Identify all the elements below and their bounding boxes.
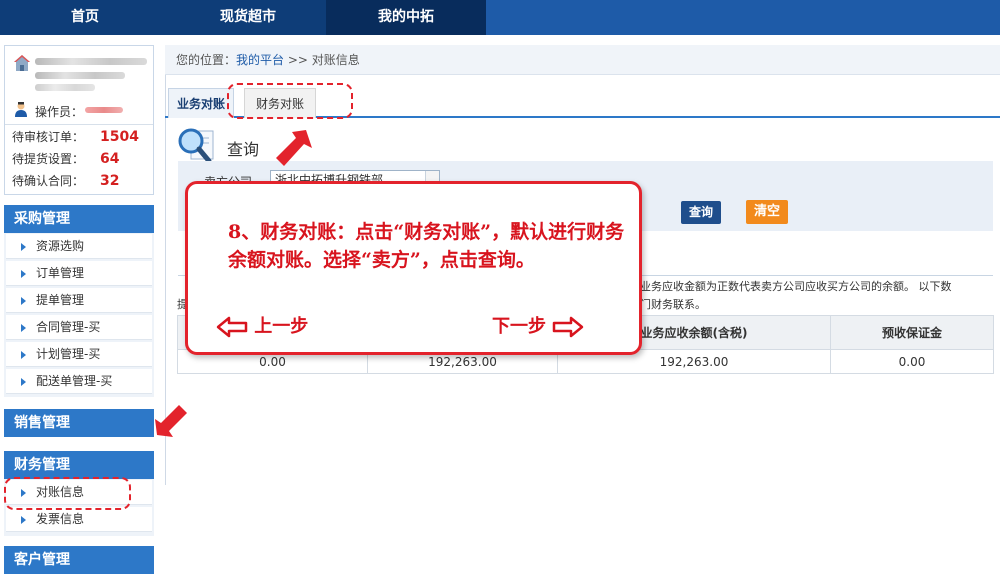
user-info-box: 操作员： 待审核订单： 1504 待提货设置： 64 待确认合同： 32: [4, 45, 154, 195]
masked-company-name-3: [35, 84, 95, 91]
breadcrumb-separator: >>: [284, 53, 312, 67]
menu-item-label: 提单管理: [36, 293, 85, 307]
prev-step-button[interactable]: 上一步: [216, 312, 308, 338]
triangle-right-icon: [21, 378, 26, 386]
query-title: 查询: [227, 140, 260, 159]
menu-item-bill-management[interactable]: 提单管理: [6, 288, 152, 313]
masked-company-name: [35, 58, 147, 65]
masked-operator-name: [85, 107, 123, 113]
stat-value: 32: [100, 173, 120, 189]
triangle-right-icon: [21, 270, 26, 278]
stat-label: 待提货设置：: [12, 152, 85, 166]
query-button[interactable]: 查询: [681, 201, 721, 224]
prev-step-label: 上一步: [254, 316, 309, 337]
stat-label: 待确认合同：: [12, 174, 85, 188]
menu-item-resource-select[interactable]: 资源选购: [6, 234, 152, 259]
menu-item-label: 合同管理-买: [36, 320, 101, 334]
tutorial-callout: 8、财务对账：点击“财务对账”，默认进行财务余额对账。选择“卖方”，点击查询。 …: [185, 181, 642, 355]
stat-value: 1504: [100, 129, 139, 145]
next-step-button[interactable]: 下一步: [492, 312, 584, 338]
menu-header-sales[interactable]: 销售管理: [4, 409, 154, 437]
red-arrow-icon: [155, 405, 187, 437]
page: 首页 现货超市 我的中拓 操作员： 待审核订单： 1504 待提货设置： 64: [0, 0, 1000, 580]
menu-item-plan-buy[interactable]: 计划管理-买: [6, 342, 152, 367]
nav-home[interactable]: 首页: [0, 0, 170, 35]
note-line-1: 业务应收金额为正数代表卖方公司应收买方公司的余额。 以下数: [640, 280, 952, 293]
table-header-cell: 预收保证金: [830, 315, 994, 350]
menu-item-delivery-buy[interactable]: 配送单管理-买: [6, 369, 152, 394]
tab-business-reconciliation[interactable]: 业务对账: [168, 88, 234, 118]
stat-pending-orders[interactable]: 待审核订单： 1504: [12, 127, 152, 147]
menu-item-label: 资源选购: [36, 239, 85, 253]
breadcrumb: 您的位置：我的平台 >> 对账信息: [165, 45, 1000, 75]
menu-item-contract-buy[interactable]: 合同管理-买: [6, 315, 152, 340]
menu-header-purchase[interactable]: 采购管理: [4, 205, 154, 233]
arrow-left-icon: [216, 316, 248, 338]
top-nav: 首页 现货超市 我的中拓: [0, 0, 1000, 35]
triangle-right-icon: [21, 516, 26, 524]
stat-label: 待审核订单：: [12, 130, 85, 144]
red-arrow-icon: [276, 130, 312, 166]
next-step-label: 下一步: [492, 316, 546, 337]
breadcrumb-link-platform[interactable]: 我的平台: [236, 53, 284, 67]
tab-highlight-box: [227, 83, 353, 119]
triangle-right-icon: [21, 324, 26, 332]
home-icon: [14, 55, 30, 71]
magnifier-icon: [178, 128, 214, 164]
masked-company-name-2: [35, 72, 125, 79]
menu-item-label: 配送单管理-买: [36, 374, 113, 388]
stat-pending-contracts[interactable]: 待确认合同： 32: [12, 171, 152, 191]
triangle-right-icon: [21, 351, 26, 359]
operator-label: 操作员：: [35, 105, 84, 119]
menu-header-customer[interactable]: 客户管理: [4, 546, 154, 574]
note-text: 业务应收金额为正数代表卖方公司应收买方公司的余额。 以下数 门财务联系。: [640, 278, 995, 314]
triangle-right-icon: [21, 297, 26, 305]
menu-item-order-management[interactable]: 订单管理: [6, 261, 152, 286]
divider: [5, 124, 153, 125]
menu-highlight-box: [4, 477, 131, 510]
menu-item-label: 发票信息: [36, 512, 85, 526]
user-icon: [15, 102, 27, 117]
clear-button[interactable]: 清空: [746, 200, 788, 224]
arrow-right-icon: [553, 316, 584, 338]
callout-text: 8、财务对账：点击“财务对账”，默认进行财务余额对账。选择“卖方”，点击查询。: [228, 221, 625, 271]
nav-filler: [486, 0, 1000, 35]
breadcrumb-prefix: 您的位置：: [176, 53, 237, 67]
nav-spot-market[interactable]: 现货超市: [170, 0, 326, 35]
menu-item-invoice[interactable]: 发票信息: [6, 507, 152, 532]
stat-value: 64: [100, 151, 120, 167]
note-line-2: 门财务联系。: [640, 298, 706, 311]
menu-header-finance[interactable]: 财务管理: [4, 451, 154, 479]
menu-item-label: 计划管理-买: [36, 347, 101, 361]
table-cell: 0.00: [830, 349, 994, 374]
nav-my-zhongtuo[interactable]: 我的中拓: [326, 0, 486, 35]
menu-item-label: 订单管理: [36, 266, 85, 280]
stat-pending-pickup[interactable]: 待提货设置： 64: [12, 149, 152, 169]
triangle-right-icon: [21, 243, 26, 251]
breadcrumb-current: 对账信息: [311, 53, 360, 67]
